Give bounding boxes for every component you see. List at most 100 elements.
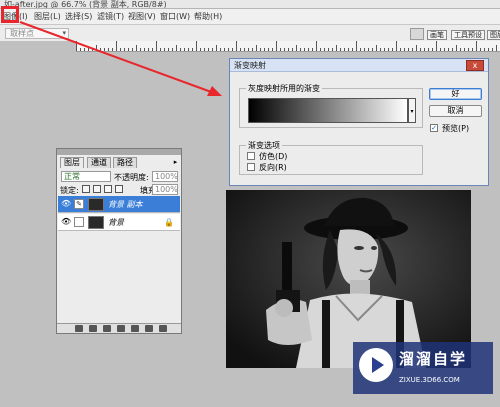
ruler-tick (204, 48, 205, 51)
lock-all-icon[interactable] (115, 185, 123, 193)
watermark-url: ZIXUE.3D66.COM (399, 376, 460, 384)
ruler-tick (224, 48, 225, 51)
close-button[interactable]: x (466, 60, 484, 71)
layer-style-icon[interactable] (89, 325, 97, 332)
ruler-tick (304, 48, 305, 51)
lock-transparent-icon[interactable] (82, 185, 90, 193)
horizontal-ruler (76, 41, 500, 52)
ruler-tick (144, 48, 145, 51)
menu-layer[interactable]: 图层(L) (34, 12, 61, 22)
menu-help[interactable]: 帮助(H) (194, 12, 222, 22)
sample-point-select[interactable]: 取样点 ▾ (5, 28, 69, 39)
cancel-button[interactable]: 取消 (429, 105, 482, 117)
ok-button[interactable]: 好 (429, 88, 482, 100)
gradient-group-label: 灰度映射所用的渐变 (246, 83, 322, 94)
ruler-tick (364, 48, 365, 51)
ruler-tick (488, 48, 489, 51)
window-title: 如-after.jpg @ 66.7% (背景 副本, RGB/8#) (0, 0, 500, 9)
gradient-dropdown-icon[interactable]: ▾ (408, 98, 416, 123)
ruler-tick (140, 48, 141, 51)
ruler-tick (492, 48, 493, 51)
blend-mode-select[interactable]: 正常 (61, 171, 111, 182)
gradient-preview[interactable] (248, 98, 408, 123)
watermark: 溜溜自学 ZIXUE.3D66.COM (353, 342, 493, 394)
well-tab-layer-comps[interactable]: 图层复合 (487, 30, 500, 40)
ruler-tick (108, 48, 109, 51)
preview-label: 预览(P) (442, 124, 470, 133)
lock-image-icon[interactable] (93, 185, 101, 193)
trash-icon[interactable] (159, 325, 167, 332)
ruler-tick (360, 48, 361, 51)
eye-icon[interactable]: 👁 (61, 218, 71, 226)
fill-input[interactable]: 100% (152, 184, 178, 195)
layer-name: 背景 副本 (108, 200, 143, 209)
dither-checkbox[interactable] (247, 152, 255, 160)
ruler-tick (176, 45, 177, 51)
dither-label: 仿色(D) (259, 152, 288, 161)
ruler-tick (480, 48, 481, 51)
eye-icon[interactable]: 👁 (61, 200, 71, 208)
layer-row[interactable]: 👁 ✎ 背景 副本 (58, 196, 180, 213)
ruler-tick (84, 48, 85, 51)
layer-link-box[interactable] (74, 217, 84, 227)
ruler-tick (232, 48, 233, 51)
panel-header[interactable] (57, 149, 181, 155)
ruler-tick (456, 45, 457, 51)
preview-checkbox[interactable]: ✓ (430, 124, 438, 132)
opacity-label: 不透明度: (114, 173, 149, 182)
layer-mask-icon[interactable] (103, 325, 111, 332)
tab-channels[interactable]: 通道 (87, 157, 111, 168)
ruler-tick (324, 48, 325, 51)
ruler-tick (396, 41, 397, 51)
ruler-tick (272, 48, 273, 51)
ruler-tick (252, 48, 253, 51)
ruler-tick (340, 48, 341, 51)
adjustment-layer-icon[interactable] (117, 325, 125, 332)
palette-well-icon[interactable] (410, 28, 424, 40)
ruler-tick (352, 48, 353, 51)
well-tab-brushes[interactable]: 画笔 (427, 30, 447, 40)
ruler-tick (132, 48, 133, 51)
well-tab-tool-presets[interactable]: 工具预设 (451, 30, 485, 40)
ruler-tick (248, 48, 249, 51)
ruler-tick (172, 48, 173, 51)
ruler-tick (284, 48, 285, 51)
ruler-tick (356, 41, 357, 51)
ruler-tick (216, 45, 217, 51)
lock-position-icon[interactable] (104, 185, 112, 193)
ruler-tick (332, 48, 333, 51)
menu-select[interactable]: 选择(S) (65, 12, 92, 22)
ruler-tick (472, 48, 473, 51)
ruler-tick (416, 45, 417, 51)
new-layer-icon[interactable] (145, 325, 153, 332)
ruler-tick (228, 48, 229, 51)
ruler-tick (296, 45, 297, 51)
ruler-tick (184, 48, 185, 51)
ruler-tick (448, 48, 449, 51)
tab-paths[interactable]: 路径 (113, 157, 137, 168)
ruler-tick (376, 45, 377, 51)
ruler-tick (136, 45, 137, 51)
link-layers-icon[interactable] (75, 325, 83, 332)
reverse-checkbox[interactable] (247, 163, 255, 171)
ruler-tick (180, 48, 181, 51)
ruler-tick (264, 48, 265, 51)
ruler-tick (88, 48, 89, 51)
ruler-tick (112, 48, 113, 51)
opacity-input[interactable]: 100% (152, 171, 178, 182)
new-group-icon[interactable] (131, 325, 139, 332)
ruler-tick (452, 48, 453, 51)
layer-row[interactable]: 👁 背景 🔒 (58, 214, 180, 231)
ruler-tick (408, 48, 409, 51)
panel-menu-icon[interactable]: ▸ (171, 158, 180, 167)
ruler-tick (440, 48, 441, 51)
ruler-tick (368, 48, 369, 51)
menu-filter[interactable]: 滤镜(T) (97, 12, 124, 22)
ruler-tick (496, 45, 497, 51)
menu-window[interactable]: 窗口(W) (160, 12, 190, 22)
tab-layers[interactable]: 图层 (60, 157, 84, 168)
ruler-tick (464, 48, 465, 51)
ruler-tick (388, 48, 389, 51)
menu-view[interactable]: 视图(V) (128, 12, 156, 22)
ruler-tick (336, 45, 337, 51)
